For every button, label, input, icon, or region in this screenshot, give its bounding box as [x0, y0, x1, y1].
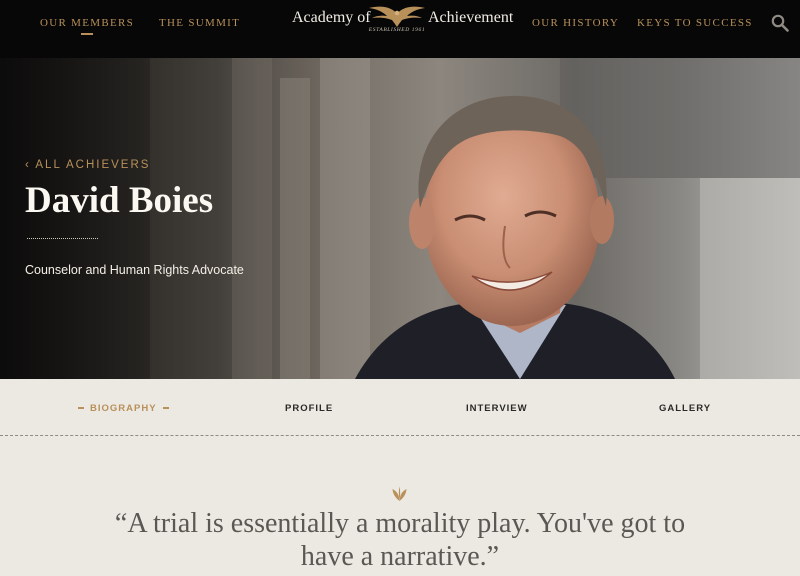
eagle-icon — [369, 6, 425, 27]
section-tabs: BIOGRAPHY PROFILE INTERVIEW GALLERY — [0, 379, 800, 436]
tab-interview[interactable]: INTERVIEW — [466, 403, 528, 414]
logo-established: ESTABLISHED 1961 — [368, 27, 426, 33]
title-divider — [27, 238, 98, 239]
tab-biography[interactable]: BIOGRAPHY — [78, 403, 169, 414]
all-achievers-link[interactable]: ‹ ALL ACHIEVERS — [25, 159, 150, 171]
academy-logo[interactable]: Academy of Achievement ESTABLISHED 1961 — [292, 5, 514, 39]
achiever-name: David Boies — [25, 180, 214, 221]
leaf-icon — [392, 486, 407, 501]
tab-profile[interactable]: PROFILE — [285, 403, 333, 414]
featured-quote: “A trial is essentially a morality play.… — [114, 508, 686, 572]
logo-text-right: Achievement — [428, 9, 514, 26]
tab-gallery[interactable]: GALLERY — [659, 403, 711, 414]
top-navigation-bar: OUR MEMBERS THE SUMMIT Academy of Achiev… — [0, 0, 800, 58]
nav-the-summit[interactable]: THE SUMMIT — [159, 17, 240, 29]
nav-keys-to-success[interactable]: KEYS TO SUCCESS — [637, 17, 753, 29]
nav-our-members[interactable]: OUR MEMBERS — [40, 17, 134, 35]
chevron-left-icon: ‹ — [25, 159, 36, 171]
hero-banner: ‹ ALL ACHIEVERS David Boies Counselor an… — [0, 58, 800, 379]
nav-our-history[interactable]: OUR HISTORY — [532, 17, 619, 29]
search-icon[interactable] — [771, 14, 789, 32]
achiever-subtitle: Counselor and Human Rights Advocate — [25, 263, 244, 277]
logo-text-left: Academy of — [292, 9, 371, 26]
all-achievers-label: ALL ACHIEVERS — [35, 159, 151, 171]
